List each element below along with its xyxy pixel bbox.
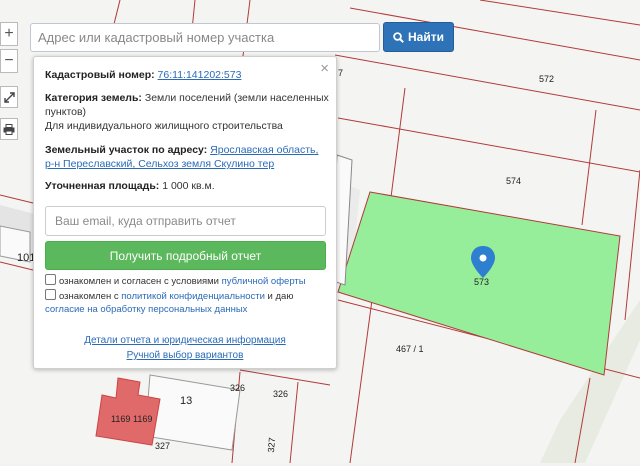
report-details-link[interactable]: Детали отчета и юридическая информация xyxy=(34,335,336,346)
public-offer-link[interactable]: публичной оферты xyxy=(222,276,306,287)
cadastral-number-label: Кадастровый номер: xyxy=(45,69,155,81)
agree-privacy-text: ознакомлен с xyxy=(59,291,122,302)
fullscreen-button[interactable] xyxy=(0,86,18,108)
area-value: 1 000 кв.м. xyxy=(162,180,215,192)
agree-offer-text: ознакомлен и согласен с условиями xyxy=(59,276,222,287)
land-category-row: Категория земель: Земли поселений (земли… xyxy=(45,91,330,133)
get-report-button[interactable]: Получить подробный отчет xyxy=(45,241,326,270)
agree-privacy-row: ознакомлен с политикой конфиденциальност… xyxy=(45,289,330,316)
parcel-label: 573 xyxy=(474,277,490,287)
cadastral-number-row: Кадастровый номер: 76:11:141202:573 xyxy=(45,68,330,82)
land-category-label: Категория земель: xyxy=(45,92,142,104)
search-icon xyxy=(393,31,404,43)
area-label: Уточненная площадь: xyxy=(45,180,160,192)
parcel-label: 7 xyxy=(338,68,344,78)
parcel-label: 572 xyxy=(539,74,555,84)
parcel-label: 327 xyxy=(265,437,278,453)
parcel-label: 327 xyxy=(155,441,171,451)
privacy-policy-link[interactable]: политикой конфиденциальности xyxy=(121,291,265,302)
address-link-district[interactable]: р-н Переславский, Сельхоз земля Скулино … xyxy=(45,158,274,170)
parcel-label: 467 / 1 xyxy=(396,344,424,354)
print-button[interactable] xyxy=(0,118,18,140)
parcel-label: 13 xyxy=(180,395,193,407)
agree-offer-row: ознакомлен и согласен с условиями публич… xyxy=(45,274,330,288)
personal-data-consent-link[interactable]: согласие на обработку персональных данны… xyxy=(45,304,247,315)
agree-privacy-mid: и даю xyxy=(264,291,294,302)
land-use-value: Для индивидуального жилищного строительс… xyxy=(45,120,283,132)
address-label: Земельный участок по адресу: xyxy=(45,144,208,156)
parcel-label: 326 xyxy=(273,389,289,399)
zoom-in-button[interactable]: + xyxy=(0,22,18,46)
address-row: Земельный участок по адресу: Ярославская… xyxy=(45,143,330,171)
search-input[interactable] xyxy=(30,23,380,52)
cadastral-number-link[interactable]: 76:11:141202:573 xyxy=(158,69,242,81)
parcel-label: 1169 xyxy=(111,414,131,424)
agree-offer-checkbox[interactable] xyxy=(45,274,56,285)
search-button[interactable]: Найти xyxy=(383,22,454,52)
search-button-label: Найти xyxy=(408,30,444,44)
manual-selection-link[interactable]: Ручной выбор вариантов xyxy=(34,350,336,361)
email-field[interactable] xyxy=(45,206,326,236)
parcel-label: 574 xyxy=(506,176,522,186)
area-row: Уточненная площадь: 1 000 кв.м. xyxy=(45,179,330,193)
parcel-info-panel: × Кадастровый номер: 76:11:141202:573 Ка… xyxy=(33,56,337,369)
parcel-label: 1169 xyxy=(133,414,153,424)
expand-icon xyxy=(3,91,15,103)
print-icon xyxy=(3,123,15,135)
address-link-region[interactable]: Ярославская область, xyxy=(210,144,318,156)
zoom-out-button[interactable]: − xyxy=(0,49,18,73)
agree-privacy-checkbox[interactable] xyxy=(45,289,56,300)
parcel-label: 326 xyxy=(230,383,246,393)
